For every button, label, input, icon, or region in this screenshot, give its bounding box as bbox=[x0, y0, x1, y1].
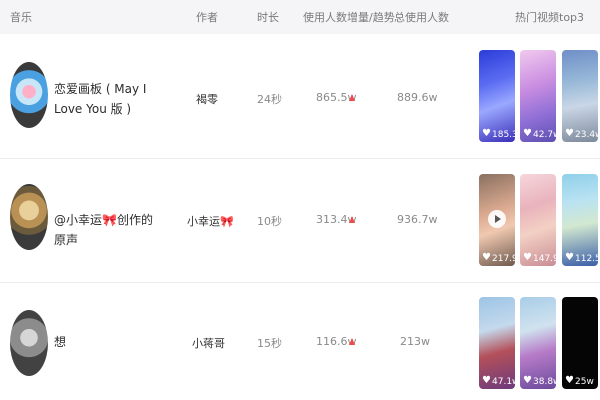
author-name[interactable]: 小幸运🎀 bbox=[187, 213, 234, 229]
heart-icon: ♥ bbox=[565, 375, 574, 386]
duration: 24秒 bbox=[257, 93, 282, 106]
play-icon[interactable] bbox=[488, 210, 506, 228]
music-cover[interactable] bbox=[10, 310, 48, 376]
column-header-music: 音乐 bbox=[10, 11, 32, 24]
heart-icon: ♥ bbox=[523, 375, 532, 386]
video-likes: 25w bbox=[575, 377, 594, 387]
video-thumbnail[interactable]: ♥ 47.1w bbox=[479, 297, 515, 389]
heart-icon: ♥ bbox=[482, 375, 491, 386]
column-header-top-videos: 热门视频top3 bbox=[515, 11, 585, 24]
total-users: 889.6w bbox=[397, 91, 438, 104]
table-header: 音乐 作者 时长 使用人数增量/趋势 总使用人数 热门视频top3 bbox=[0, 0, 600, 34]
trend-up-icon bbox=[349, 216, 355, 223]
heart-icon: ♥ bbox=[482, 128, 491, 139]
column-header-author: 作者 bbox=[196, 11, 218, 24]
duration: 15秒 bbox=[257, 337, 282, 350]
video-thumbnail[interactable]: ♥ 38.8w bbox=[520, 297, 556, 389]
author-name[interactable]: 小蒋哥 bbox=[192, 335, 225, 351]
author-name[interactable]: 褐零 bbox=[196, 91, 218, 107]
heart-icon: ♥ bbox=[482, 252, 491, 263]
music-title[interactable]: 恋爱画板 ( May I Love You 版 ) bbox=[54, 79, 154, 119]
music-title[interactable]: @小幸运🎀创作的原声 bbox=[54, 210, 164, 250]
video-thumbnail[interactable]: ♥ 42.7w bbox=[520, 50, 556, 142]
heart-icon: ♥ bbox=[523, 252, 532, 263]
video-likes: 185.3w bbox=[492, 130, 515, 140]
music-row[interactable]: @小幸运🎀创作的原声 小幸运🎀 10秒 313.4w 936.7w ♥ 217.… bbox=[0, 159, 600, 283]
video-likes: 23.4w bbox=[575, 130, 598, 140]
video-likes: 38.8w bbox=[533, 377, 556, 387]
column-header-growth: 使用人数增量/趋势 bbox=[303, 11, 395, 24]
heart-icon: ♥ bbox=[565, 252, 574, 263]
video-likes: 147.9w bbox=[533, 254, 556, 264]
heart-icon: ♥ bbox=[565, 128, 574, 139]
column-header-duration: 时长 bbox=[257, 11, 279, 24]
video-thumbnail[interactable]: ♥ 112.5w bbox=[562, 174, 598, 266]
video-thumbnail[interactable]: ♥ 147.9w bbox=[520, 174, 556, 266]
duration: 10秒 bbox=[257, 215, 282, 228]
music-title[interactable]: 想 bbox=[54, 332, 154, 352]
total-users: 936.7w bbox=[397, 213, 438, 226]
music-row[interactable]: 想 小蒋哥 15秒 116.6w 213w ♥ 47.1w ♥ 38.8w ♥ … bbox=[0, 283, 600, 400]
video-thumbnail[interactable]: ♥ 185.3w bbox=[479, 50, 515, 142]
video-thumbnail[interactable]: ♥ 25w bbox=[562, 297, 598, 389]
video-likes: 112.5w bbox=[575, 254, 598, 264]
music-row[interactable]: 恋爱画板 ( May I Love You 版 ) 褐零 24秒 865.5w … bbox=[0, 35, 600, 159]
video-likes: 217.9w bbox=[492, 254, 515, 264]
video-thumbnail[interactable]: ♥ 217.9w bbox=[479, 174, 515, 266]
total-users: 213w bbox=[400, 335, 430, 348]
heart-icon: ♥ bbox=[523, 128, 532, 139]
music-cover[interactable] bbox=[10, 62, 48, 128]
trend-up-icon bbox=[349, 338, 355, 345]
music-cover[interactable] bbox=[10, 184, 48, 250]
video-thumbnail[interactable]: ♥ 23.4w bbox=[562, 50, 598, 142]
trend-up-icon bbox=[349, 94, 355, 101]
video-likes: 42.7w bbox=[533, 130, 556, 140]
video-likes: 47.1w bbox=[492, 377, 515, 387]
column-header-total: 总使用人数 bbox=[394, 11, 449, 24]
